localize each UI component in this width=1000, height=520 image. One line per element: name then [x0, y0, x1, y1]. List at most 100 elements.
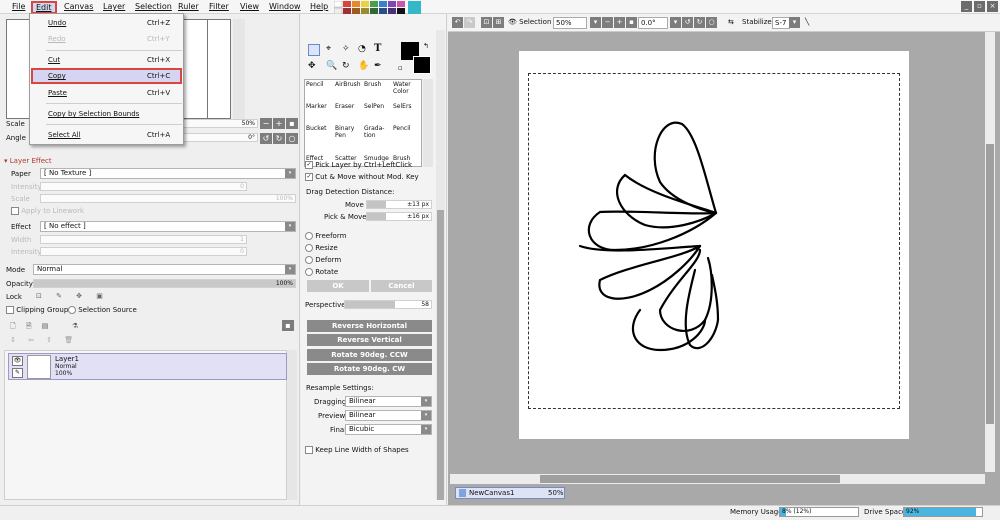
- menu-window[interactable]: Window: [269, 2, 301, 11]
- pencil-icon[interactable]: ✎: [12, 368, 23, 378]
- texture-scale-slider[interactable]: 100%: [40, 194, 296, 203]
- rotate-cw-icon[interactable]: ↻: [273, 133, 285, 144]
- freeform-row[interactable]: Freeform: [305, 232, 346, 240]
- menu-select-all[interactable]: Select All Ctrl+A: [31, 128, 182, 142]
- deselect-icon[interactable]: ⊡: [481, 17, 492, 28]
- menu-ruler[interactable]: Ruler: [178, 2, 199, 11]
- stabilizer-dropdown-icon[interactable]: ▾: [789, 17, 800, 28]
- scrollbar-thumb[interactable]: [437, 210, 444, 500]
- undo-icon[interactable]: ↶: [452, 17, 463, 28]
- redo-icon[interactable]: ↷: [464, 17, 475, 28]
- effect-intensity-slider[interactable]: 0: [40, 247, 247, 256]
- paper-texture-select[interactable]: [ No Texture ] ▾: [40, 168, 296, 179]
- angle-select[interactable]: 0.0°: [638, 17, 668, 29]
- rotate-left-icon[interactable]: ↺: [682, 17, 693, 28]
- intensity-slider[interactable]: 0: [40, 182, 247, 191]
- layer-row[interactable]: 👁 ✎ Layer1 Normal 100%: [8, 353, 287, 380]
- menu-cut[interactable]: Cut Ctrl+X: [31, 53, 182, 67]
- menu-selection[interactable]: Selection: [135, 2, 172, 11]
- pick-move-distance-slider[interactable]: ±16 px: [366, 212, 432, 221]
- reverse-vertical-button[interactable]: Reverse Vertical: [307, 334, 432, 346]
- navigator-scrollbar[interactable]: [233, 19, 245, 119]
- layer-effect-header[interactable]: ▾ Layer Effect: [4, 157, 52, 165]
- pick-layer-row[interactable]: ✓ Pick Layer by Ctrl+LeftClick: [305, 161, 412, 169]
- zoom-reset-button[interactable]: ▪: [286, 118, 298, 129]
- rotate-row[interactable]: Rotate: [305, 268, 338, 276]
- tool-watercolor[interactable]: Water Color: [393, 81, 422, 95]
- canvas-hscrollbar[interactable]: [450, 474, 985, 484]
- rotate-ccw-button[interactable]: Rotate 90deg. CCW: [307, 349, 432, 361]
- zoom-reset-icon[interactable]: ▪: [626, 17, 637, 28]
- canvas-hscroll-thumb[interactable]: [540, 475, 840, 483]
- zoom-select[interactable]: 50%: [553, 17, 587, 29]
- tool-airbrush[interactable]: AirBrush: [335, 81, 364, 88]
- menu-help[interactable]: Help: [310, 2, 328, 11]
- color-picker[interactable]: ▫ ↰: [398, 42, 431, 74]
- background-color[interactable]: [413, 56, 431, 74]
- magic-wand-icon[interactable]: ✧: [342, 44, 350, 54]
- menu-copy-selection-bounds[interactable]: Copy by Selection Bounds: [31, 107, 182, 121]
- perspective-slider[interactable]: 58: [344, 300, 432, 309]
- opacity-slider[interactable]: 100%: [33, 279, 296, 288]
- tool-selers[interactable]: SelErs: [393, 103, 422, 110]
- selection-source-row[interactable]: Selection Source: [68, 306, 137, 314]
- selection-source-radio[interactable]: [68, 306, 76, 314]
- apply-linework-row[interactable]: Apply to Linework: [11, 207, 84, 215]
- rotate-reset-icon[interactable]: ○: [286, 133, 298, 144]
- zoom-icon[interactable]: 🔍: [326, 61, 337, 71]
- zoom-in-icon[interactable]: +: [614, 17, 625, 28]
- tool-marker[interactable]: Marker: [306, 103, 335, 110]
- menu-paste[interactable]: Paste Ctrl+V: [31, 86, 182, 100]
- cancel-button[interactable]: Cancel: [371, 280, 432, 292]
- flip-icon[interactable]: ⇆: [728, 18, 734, 26]
- pick-layer-checkbox[interactable]: ✓: [305, 161, 313, 169]
- clipping-group-checkbox[interactable]: [6, 306, 14, 314]
- tool-binary-pen[interactable]: Binary Pen: [335, 125, 364, 139]
- text-tool-icon[interactable]: T: [374, 43, 381, 54]
- rect-select-icon[interactable]: [308, 44, 320, 56]
- layer-action-icons[interactable]: ⇩ ⇦ ⇧ 🗑: [10, 336, 78, 344]
- minimize-button[interactable]: _: [961, 1, 972, 12]
- tool-selpen[interactable]: SelPen: [364, 103, 393, 110]
- keep-line-checkbox[interactable]: [305, 446, 313, 454]
- rotate-right-icon[interactable]: ↻: [694, 17, 705, 28]
- color-swatch-grid[interactable]: [333, 0, 424, 15]
- clipping-group-row[interactable]: Clipping Group: [6, 306, 68, 314]
- rotate-cw-button[interactable]: Rotate 90deg. CW: [307, 363, 432, 375]
- bucket-select-icon[interactable]: ◔: [358, 44, 366, 54]
- zoom-dropdown-icon[interactable]: ▾: [590, 17, 601, 28]
- menu-file[interactable]: File: [12, 2, 25, 11]
- freeform-radio[interactable]: [305, 232, 313, 240]
- apply-linework-checkbox[interactable]: [11, 207, 19, 215]
- hand-icon[interactable]: ✋: [358, 61, 369, 71]
- final-select[interactable]: Bicubic ▾: [345, 424, 432, 435]
- menu-redo[interactable]: Redo Ctrl+Y: [31, 32, 182, 46]
- reverse-horizontal-button[interactable]: Reverse Horizontal: [307, 320, 432, 332]
- color-swatches[interactable]: [333, 0, 424, 15]
- dragging-select[interactable]: Bilinear ▾: [345, 396, 432, 407]
- blend-mode-select[interactable]: Normal ▾: [33, 264, 296, 275]
- preview-select[interactable]: Bilinear ▾: [345, 410, 432, 421]
- lasso-icon[interactable]: ⌖: [326, 44, 331, 54]
- tool-eraser[interactable]: Eraser: [335, 103, 364, 110]
- canvas-vscroll-thumb[interactable]: [986, 144, 994, 424]
- tool-pencil[interactable]: Pencil: [306, 81, 335, 88]
- rotate-ccw-icon[interactable]: ↺: [260, 133, 272, 144]
- ok-button[interactable]: OK: [307, 280, 369, 292]
- close-button[interactable]: ×: [987, 1, 998, 12]
- deform-row[interactable]: Deform: [305, 256, 341, 264]
- restore-button[interactable]: ▫: [974, 1, 985, 12]
- layer-scrollbar[interactable]: [287, 350, 297, 500]
- rotate-icon[interactable]: ↻: [342, 61, 350, 71]
- tool-grid-scrollbar[interactable]: [423, 79, 433, 167]
- invert-selection-icon[interactable]: ⊞: [493, 17, 504, 28]
- color-swap-arrow-icon[interactable]: ↰: [423, 42, 429, 50]
- cut-move-checkbox[interactable]: ✓: [305, 173, 313, 181]
- menu-filter[interactable]: Filter: [209, 2, 229, 11]
- tool-gradation[interactable]: Grada-tion: [364, 125, 393, 139]
- rotate-radio[interactable]: [305, 268, 313, 276]
- angle-dropdown-icon[interactable]: ▾: [670, 17, 681, 28]
- layer-panel-menu-button[interactable]: ▪: [282, 320, 294, 331]
- menu-view[interactable]: View: [240, 2, 259, 11]
- pen-pressure-icon[interactable]: ╲: [805, 18, 809, 26]
